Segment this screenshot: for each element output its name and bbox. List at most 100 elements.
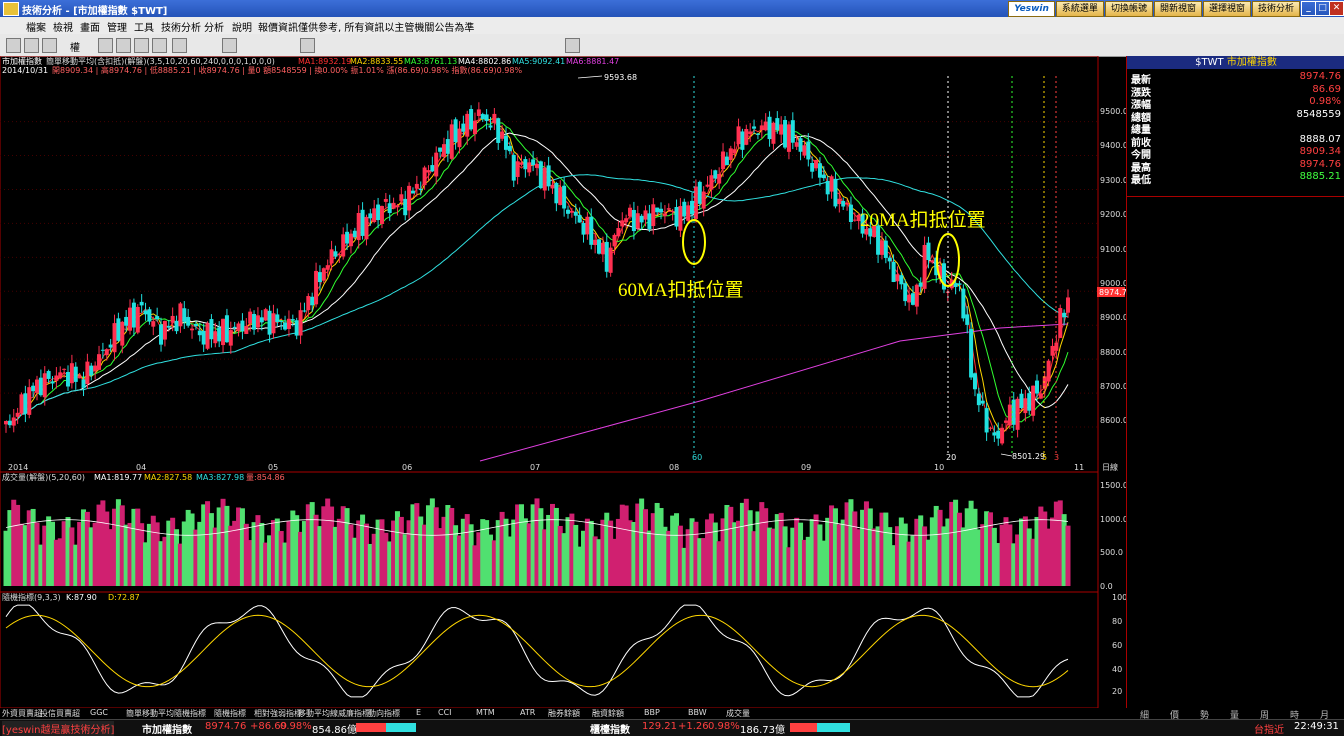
candle-body [329, 249, 334, 264]
y-tick: 9500.0 [1100, 107, 1126, 116]
ma60-annotation: 60MA扣抵位置 [618, 279, 744, 301]
zoom-in-icon[interactable] [116, 38, 131, 53]
kd-tick: 40 [1112, 665, 1122, 674]
close-button[interactable]: ✕ [1329, 1, 1344, 16]
indicator-tab[interactable]: 動向指標 [368, 708, 400, 719]
candle-body [585, 216, 590, 235]
indicator-tab[interactable]: 融券餘額 [548, 708, 580, 719]
menu-manage[interactable]: 管理 [107, 19, 127, 34]
indicator-tab[interactable]: 投信買賣超 [40, 708, 80, 719]
ma3-label: MA3:8761.13 [404, 57, 457, 66]
draw-rect-icon[interactable] [222, 38, 237, 53]
marker-60: 60 [692, 453, 702, 462]
tech-analysis-button[interactable]: 技術分析 [1251, 1, 1300, 17]
indicator-tab[interactable]: ATR [520, 708, 535, 717]
candle-body [604, 241, 609, 272]
indicator-tab[interactable]: 融資餘額 [592, 708, 624, 719]
candle-body [814, 159, 819, 169]
menu-screen[interactable]: 畫面 [80, 19, 100, 34]
index2-name[interactable]: 櫃檯指數 [590, 721, 630, 736]
system-menu-button[interactable]: 系統選單 [1055, 1, 1104, 17]
ma-line [5, 132, 1069, 424]
indicator-tab[interactable]: 隨機指標 [214, 708, 246, 719]
candle-body [4, 420, 8, 425]
quote-code: $TWT [1195, 57, 1224, 68]
menu-tools[interactable]: 工具 [134, 19, 154, 34]
kd-title: 隨機指標(9,3,3) [2, 592, 61, 602]
candle-body [283, 322, 288, 330]
indicator-tab[interactable]: BBW [688, 708, 707, 717]
indicator-tab[interactable]: MTM [476, 708, 495, 717]
candle-body [100, 349, 105, 351]
index2-amt: 186.73億 [740, 725, 785, 736]
save-icon[interactable] [565, 38, 580, 53]
panel-name: 市加權指數 [2, 56, 42, 66]
quote-row: 漲幅 0.98% [1131, 96, 1341, 111]
menu-file[interactable]: 檔案 [26, 19, 46, 34]
ma5-label: MA5:9092.41 [512, 57, 565, 66]
kd-lines [5, 604, 1069, 698]
quote-row: 最低 8885.21 [1131, 171, 1341, 186]
period-label[interactable]: 權 [70, 39, 80, 54]
menu-help[interactable]: 說明 [232, 19, 252, 34]
candle-body [550, 184, 555, 189]
candle-body [569, 210, 574, 213]
candle-body [97, 354, 102, 370]
candle-body [27, 387, 32, 415]
candle-body [682, 201, 687, 217]
price-y-axis: 9500.0 9400.0 9300.0 9200.0 9100.0 9000.… [1100, 107, 1126, 425]
minimize-button[interactable]: _ [1301, 1, 1316, 16]
candle-style-icon[interactable] [98, 38, 113, 53]
x-tick: 05 [268, 463, 278, 472]
candle-body [767, 116, 772, 140]
zoom-out-icon[interactable] [134, 38, 149, 53]
indicator-tab[interactable]: BBP [644, 708, 660, 717]
candle-body [914, 284, 919, 307]
candle-body [992, 432, 997, 436]
maximize-button[interactable]: □ [1315, 1, 1330, 16]
candle-body [131, 302, 136, 328]
indicator-tab[interactable]: 隨機指標 [174, 708, 206, 719]
candle-body [345, 231, 350, 244]
chart-area[interactable]: 市加權指數 簡單移動平均(含扣抵)(解盤)(3,5,10,20,60,240,0… [0, 56, 1126, 708]
candle-body [701, 191, 706, 209]
text-icon[interactable] [300, 38, 315, 53]
indicator-tab[interactable]: CCI [438, 708, 452, 717]
candle-body [852, 219, 857, 221]
new-window-button[interactable]: 開新視窗 [1153, 1, 1202, 17]
candle-body [647, 213, 652, 230]
candle-body [662, 213, 667, 217]
menu-analysis[interactable]: 分析 [204, 19, 224, 34]
draw-line-icon[interactable] [172, 38, 187, 53]
new-icon[interactable] [6, 38, 21, 53]
menu-view[interactable]: 檢視 [53, 19, 73, 34]
select-window-button[interactable]: 選擇視窗 [1202, 1, 1251, 17]
indicator-tab[interactable]: E [416, 708, 421, 717]
candle-body [558, 187, 563, 205]
candle-body [744, 129, 749, 145]
bar-style-icon[interactable] [42, 38, 57, 53]
index2-pct: 0.98% [708, 721, 740, 732]
index1-name[interactable]: 市加權指數 [142, 721, 192, 736]
indicator-tab[interactable]: GGC [90, 708, 108, 717]
indicator-tab[interactable]: 簡單移動平均 [126, 708, 174, 719]
menu-technical[interactable]: 技術分析 [161, 19, 201, 34]
candle-body [236, 323, 241, 332]
candle-body [740, 131, 745, 150]
indicator-tab[interactable]: 外資買賣超 [2, 708, 42, 719]
candle-body [891, 261, 896, 282]
candle-body [965, 314, 970, 325]
candle-body [356, 213, 361, 241]
candle-body [31, 385, 36, 392]
open-icon[interactable] [24, 38, 39, 53]
x-tick: 10 [934, 463, 944, 472]
y-tick: 9000.0 [1100, 279, 1126, 288]
indicator-tab[interactable]: 相對強弱指標 [254, 708, 302, 719]
crosshair-icon[interactable] [152, 38, 167, 53]
indicator-tab[interactable]: 威廉指標 [338, 708, 370, 719]
indicator-tab[interactable]: 成交量 [726, 708, 750, 719]
switch-account-button[interactable]: 切換帳號 [1104, 1, 1153, 17]
candle-body [58, 372, 63, 379]
volume-title: 成交量(解盤)(5,20,60) [2, 472, 85, 482]
indicator-tab[interactable]: 移動平均線 [298, 708, 338, 719]
